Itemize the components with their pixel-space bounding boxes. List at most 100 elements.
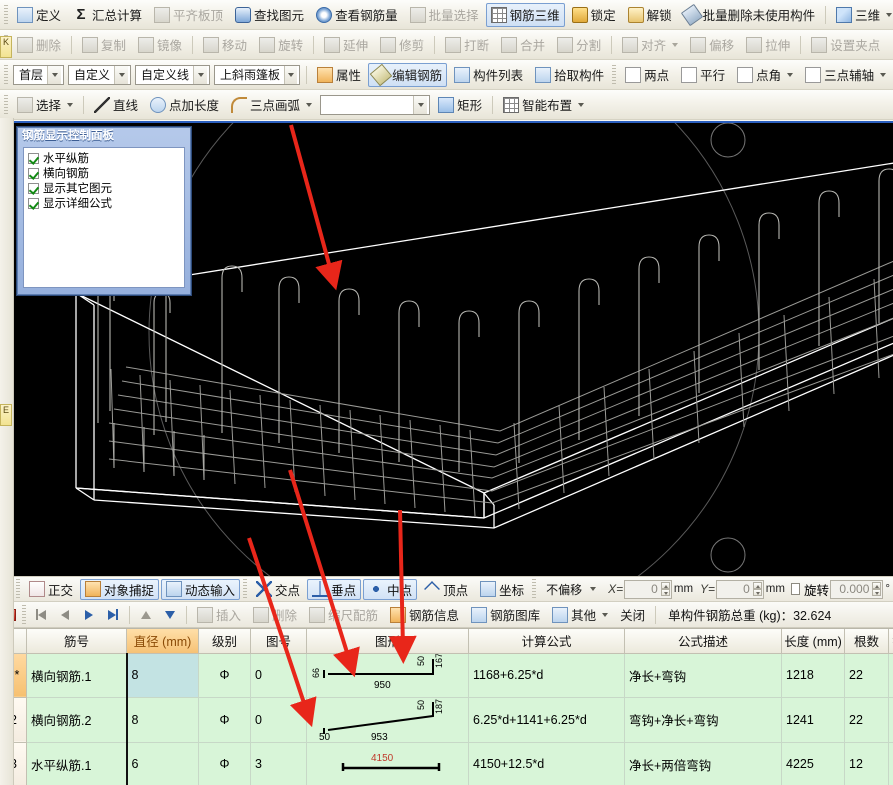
header-count[interactable]: 根数 [844, 629, 889, 654]
toolbar-item-mirror[interactable]: 镜像 [133, 33, 187, 57]
toolbar-item-merge[interactable]: 合并 [496, 33, 550, 57]
toolbar-grip[interactable] [243, 579, 248, 599]
rotate-input[interactable]: 0.000 [830, 579, 884, 599]
cell-shape[interactable]: 4150 [306, 741, 469, 785]
toolbar-grip[interactable] [4, 94, 8, 115]
draw-mode-select[interactable] [320, 94, 431, 115]
toolbar-item-move[interactable]: 移动 [198, 33, 252, 57]
cell-formula[interactable]: 4150+12.5*d [468, 741, 625, 785]
toolbar-item-edit-rebar[interactable]: 编辑钢筋 [368, 62, 448, 87]
snap-ortho[interactable]: 正交 [24, 579, 78, 600]
y-spinner[interactable] [752, 582, 762, 596]
checkbox-icon[interactable] [28, 153, 39, 164]
toolbar-item-view-rebar-quantity[interactable]: 查看钢筋量 [311, 3, 403, 27]
toolbar-item-align[interactable]: 对齐 [617, 33, 683, 57]
snap-vertex[interactable]: 顶点 [419, 579, 473, 600]
y-offset-input[interactable]: 0 [716, 579, 764, 599]
snap-perpendicular[interactable]: 垂点 [307, 578, 362, 600]
header-grade[interactable]: 级别 [198, 629, 251, 654]
offset-mode-select[interactable]: 不偏移 [541, 579, 602, 599]
header-length[interactable]: 长度 (mm) [781, 629, 845, 654]
cell-lap[interactable]: 0 [888, 741, 893, 785]
cell-shape[interactable]: 50 187 50 953 [306, 696, 469, 743]
cell-count[interactable]: 12 [844, 741, 889, 785]
toolbar-item-point-angle[interactable]: 点角 [732, 63, 798, 87]
checkbox-icon[interactable] [28, 183, 39, 194]
header-formula[interactable]: 计算公式 [468, 629, 625, 654]
chevron-down-icon[interactable] [880, 72, 887, 77]
header-shape[interactable]: 图形 [306, 629, 469, 654]
snap-object-snap[interactable]: 对象捕捉 [80, 578, 160, 600]
rebar-display-control-panel[interactable]: 钢筋显示控制面板 水平纵筋 横向钢筋 显示其它图元 显示详细公式 [17, 127, 191, 295]
snap-midpoint[interactable]: 中点 [363, 578, 418, 600]
toolbar-item-rectangle[interactable]: 矩形 [433, 93, 487, 117]
cell-formula[interactable]: 1168+6.25*d [468, 652, 625, 698]
table-row[interactable]: 1* 横向钢筋.1 8 Φ 0 66 50 167 950 [0, 652, 893, 698]
header-diameter[interactable]: 直径 (mm) [126, 629, 199, 654]
toolbar-grip[interactable] [4, 4, 8, 25]
type-select[interactable]: 自定义线 [135, 64, 211, 85]
toolbar-item-property[interactable]: 属性 [312, 63, 366, 87]
toolbar-item-smart-layout[interactable]: 智能布置 [498, 93, 589, 117]
toolbar-item-3d-view[interactable]: 三维 [831, 3, 893, 27]
snap-coordinate[interactable]: 坐标 [475, 579, 529, 600]
rotate-spinner[interactable] [872, 582, 882, 596]
last-record-button[interactable] [102, 605, 124, 625]
cell-lap[interactable]: 0 [888, 696, 893, 743]
cell-description[interactable]: 弯钩+净长+弯钩 [624, 696, 782, 743]
checkbox-icon[interactable] [28, 168, 39, 179]
toolbar-item-parallel[interactable]: 平行 [676, 63, 730, 87]
toolbar-item-offset[interactable]: 偏移 [685, 33, 739, 57]
toolbar-item-summary-calc[interactable]: Σ 汇总计算 [68, 3, 147, 27]
chevron-down-icon[interactable] [283, 65, 298, 84]
toolbar-item-delete[interactable]: 删除 [12, 33, 66, 57]
checkbox-row-show-detail-formula[interactable]: 显示详细公式 [26, 196, 182, 211]
toolbar-item-lock[interactable]: 锁定 [567, 3, 621, 27]
toolbar-item-copy[interactable]: 复制 [77, 33, 131, 57]
toolbar-item-other[interactable]: 其他 [547, 603, 613, 627]
checkbox-row-transverse-rebar[interactable]: 横向钢筋 [26, 166, 182, 181]
header-description[interactable]: 公式描述 [624, 629, 782, 654]
cell-description[interactable]: 净长+两倍弯钩 [624, 741, 782, 785]
toolbar-item-three-point-axis[interactable]: 三点辅轴 [800, 63, 891, 87]
cell-diameter[interactable]: 8 [125, 696, 199, 743]
prev-record-button[interactable] [54, 605, 76, 625]
cell-grade[interactable]: Φ [198, 696, 251, 743]
cell-rebar-no[interactable]: 横向钢筋.1 [26, 652, 127, 698]
chevron-down-icon[interactable] [193, 65, 208, 84]
cell-rebar-no[interactable]: 水平纵筋.1 [26, 741, 127, 785]
next-record-button[interactable] [78, 605, 100, 625]
toolbar-item-rebar-library[interactable]: 钢筋图库 [466, 603, 545, 627]
toolbar-item-extend[interactable]: 延伸 [319, 33, 373, 57]
move-up-button[interactable] [135, 605, 157, 625]
toolbar-item-three-point-arc[interactable]: 三点画弧 [226, 93, 317, 117]
edge-tab-k[interactable]: K [0, 36, 12, 58]
table-row[interactable]: 2 横向钢筋.2 8 Φ 0 50 187 50 953 [0, 696, 893, 743]
x-spinner[interactable] [660, 582, 670, 596]
chevron-down-icon[interactable] [602, 612, 609, 617]
toolbar-item-break[interactable]: 打断 [440, 33, 494, 57]
chevron-down-icon[interactable] [67, 102, 74, 107]
cell-rebar-no[interactable]: 横向钢筋.2 [26, 696, 127, 743]
chevron-down-icon[interactable] [787, 72, 794, 77]
toolbar-item-line[interactable]: 直线 [89, 93, 143, 117]
chevron-down-icon[interactable] [586, 580, 600, 598]
toolbar-item-define[interactable]: 定义 [12, 3, 66, 27]
cell-shape-no[interactable]: 0 [250, 696, 307, 743]
checkbox-row-show-other-elements[interactable]: 显示其它图元 [26, 181, 182, 196]
edge-tab-e[interactable]: E [0, 404, 12, 426]
rebar-table[interactable]: 筋号 直径 (mm) 级别 图号 图形 计算公式 公式描述 长度 (mm) 根数… [0, 628, 893, 785]
toolbar-item-set-grip[interactable]: 设置夹点 [806, 33, 885, 57]
toolbar-grip[interactable] [532, 579, 537, 599]
toolbar-item-trim[interactable]: 修剪 [375, 33, 429, 57]
toolbar-item-two-point[interactable]: 两点 [620, 63, 674, 87]
toolbar-item-point-plus-length[interactable]: 点加长度 [145, 93, 224, 117]
chevron-down-icon[interactable] [47, 65, 62, 84]
cell-description[interactable]: 净长+弯钩 [624, 652, 782, 698]
toolbar-item-component-list[interactable]: 构件列表 [449, 63, 528, 87]
cell-lap[interactable]: 0 [888, 652, 893, 698]
toolbar-item-rebar-3d[interactable]: 钢筋三维 [485, 2, 565, 27]
chevron-down-icon[interactable] [114, 65, 129, 84]
toolbar-grip[interactable] [16, 579, 20, 599]
table-row[interactable]: 3 水平纵筋.1 6 Φ 3 4150 4150+12.5*d 净长+两倍弯钩 … [0, 741, 893, 785]
